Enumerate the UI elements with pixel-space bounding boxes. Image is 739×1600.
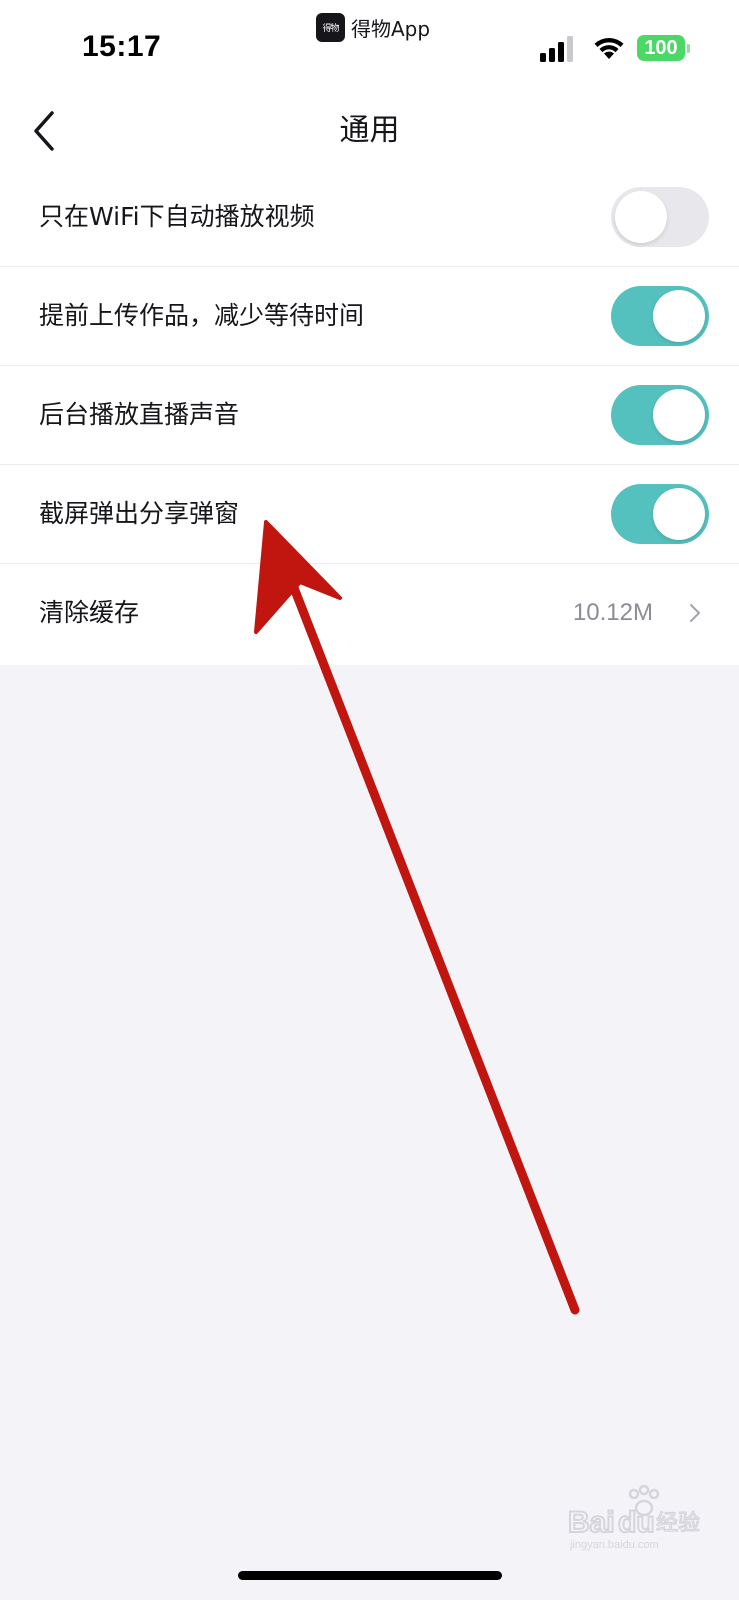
wifi-icon [594, 37, 624, 59]
setting-label: 提前上传作品，减少等待时间 [39, 301, 365, 330]
svg-text:经验: 经验 [656, 1511, 700, 1536]
home-indicator[interactable] [238, 1571, 502, 1580]
settings-panel: 15:17 得物 得物App 100 通用 只在WiFi下自动播放视频 提前上传… [0, 0, 739, 665]
cache-size: 10.12M [572, 599, 653, 626]
status-time: 15:17 [82, 30, 162, 63]
baidu-watermark-logo: Bai du 经验 jingyan.baidu.com [568, 1484, 701, 1551]
setting-row-preupload: 提前上传作品，减少等待时间 [0, 267, 739, 366]
svg-text:du: du [618, 1506, 655, 1539]
toggle-knob [653, 290, 705, 342]
clear-cache-label: 清除缓存 [39, 598, 140, 627]
background-audio-toggle[interactable] [611, 385, 709, 445]
app-name: 得物App [351, 16, 431, 41]
battery-tip [687, 43, 690, 53]
chevron-right-icon [690, 604, 700, 622]
toggle-knob [653, 488, 705, 540]
svg-text:Bai: Bai [568, 1506, 615, 1539]
setting-row-screenshot-share: 截屏弹出分享弹窗 [0, 465, 739, 564]
svg-text:jingyan.baidu.com: jingyan.baidu.com [569, 1539, 659, 1551]
cellular-signal-icon [540, 36, 573, 62]
setting-label: 只在WiFi下自动播放视频 [39, 202, 315, 231]
wifi-autoplay-toggle[interactable] [611, 187, 709, 247]
battery-indicator: 100 [637, 35, 690, 61]
battery-level: 100 [637, 35, 685, 61]
screenshot-share-toggle[interactable] [611, 484, 709, 544]
setting-label: 后台播放直播声音 [39, 400, 240, 429]
toggle-knob [615, 191, 667, 243]
setting-row-wifi-autoplay: 只在WiFi下自动播放视频 [0, 168, 739, 267]
app-logo-icon: 得物 [316, 12, 345, 42]
toggle-knob [653, 389, 705, 441]
preupload-toggle[interactable] [611, 286, 709, 346]
settings-list: 只在WiFi下自动播放视频 提前上传作品，减少等待时间 后台播放直播声音 截屏弹… [0, 168, 739, 663]
clear-cache-row[interactable]: 清除缓存 10.12M [0, 564, 739, 663]
page-title: 通用 [339, 113, 400, 148]
setting-row-background-audio: 后台播放直播声音 [0, 366, 739, 465]
app-indicator: 得物 得物App [316, 12, 430, 42]
setting-label: 截屏弹出分享弹窗 [39, 499, 240, 528]
